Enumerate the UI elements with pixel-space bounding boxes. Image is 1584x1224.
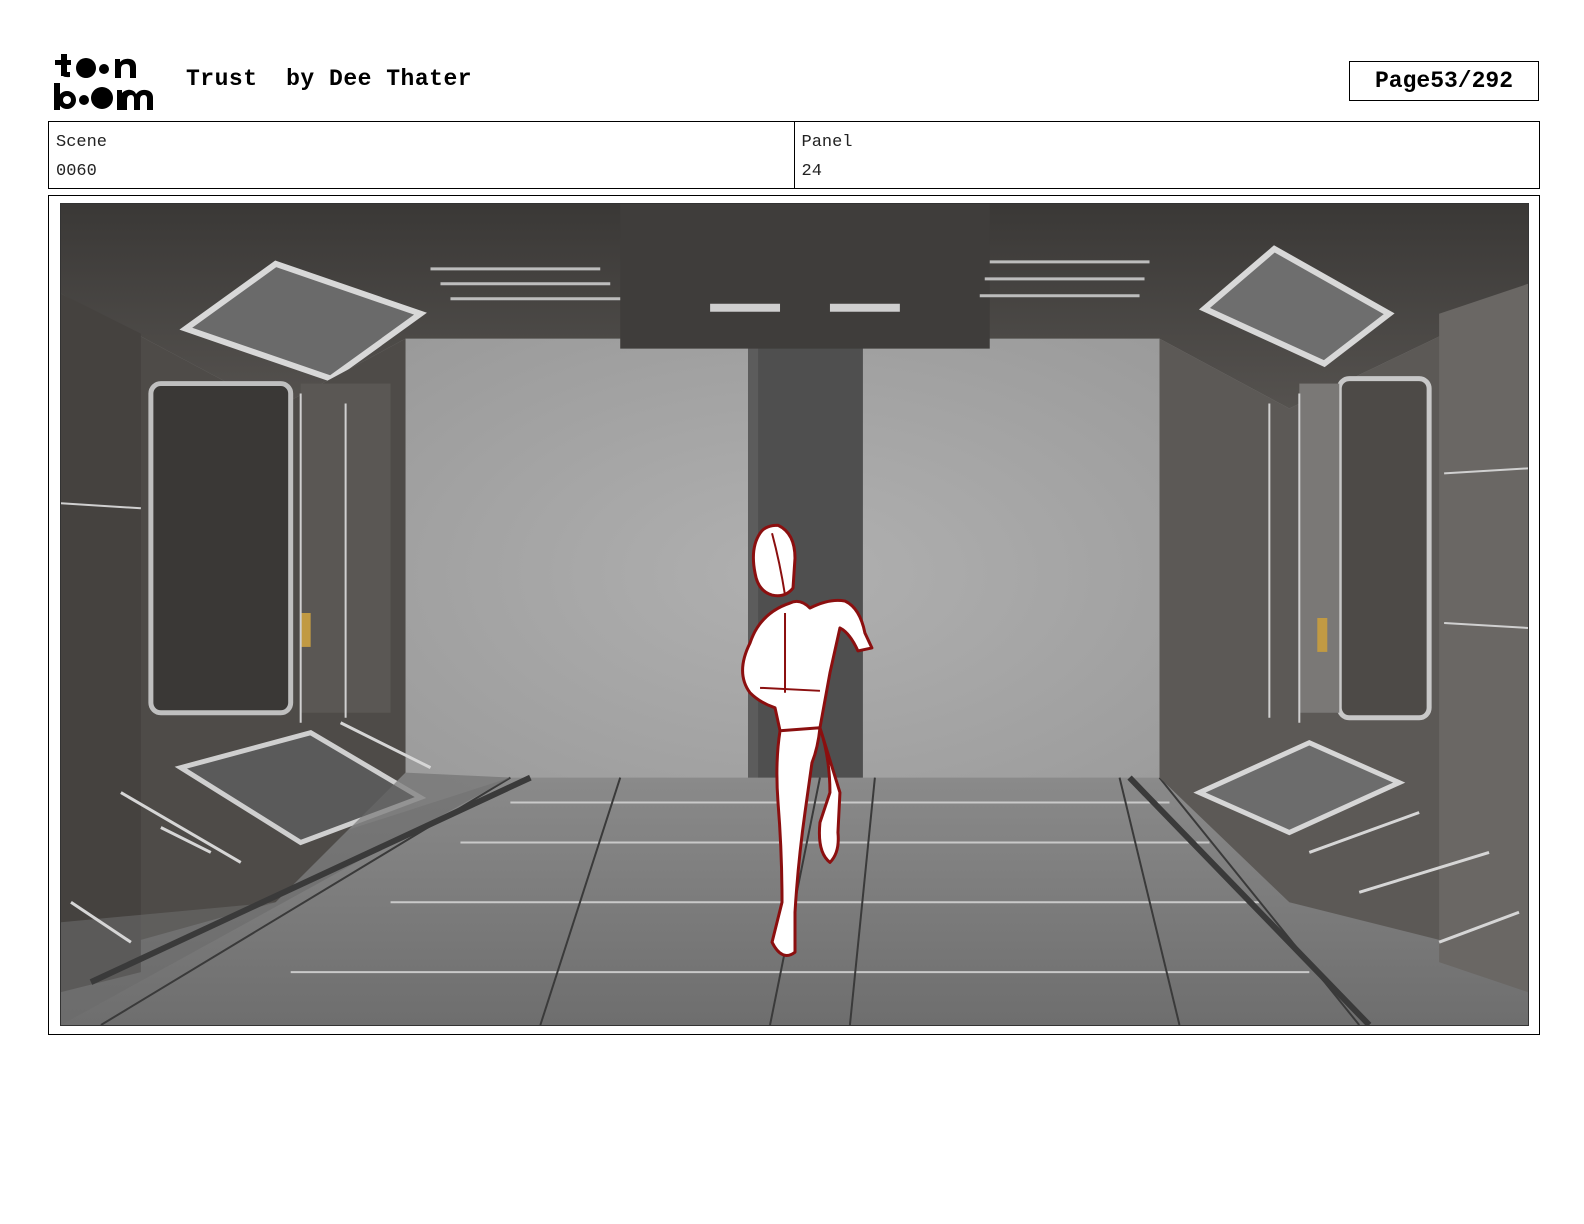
story-author: by Dee Thater (286, 66, 473, 92)
scene-value: 0060 (56, 162, 97, 181)
scene-label: Scene (56, 133, 108, 152)
storyboard-panel-image (60, 203, 1529, 1026)
panel-frame (48, 195, 1540, 1035)
panel-label: Panel (801, 133, 853, 152)
scene-panel-info: Scene 0060 Panel 24 (48, 121, 1540, 189)
story-title: Trust (186, 66, 258, 92)
page-number: 53/292 (1430, 68, 1514, 94)
page-label: Page (1374, 68, 1431, 94)
document-title: Trust by Dee Thater (186, 66, 472, 92)
corridor-scene (61, 204, 1528, 1025)
toon-boom-logo (52, 50, 164, 112)
panel-cell: Panel 24 (793, 122, 1540, 188)
panel-value: 24 (801, 162, 822, 181)
page-indicator: Page 53/292 (1349, 61, 1539, 101)
scene-cell: Scene 0060 (49, 122, 794, 188)
